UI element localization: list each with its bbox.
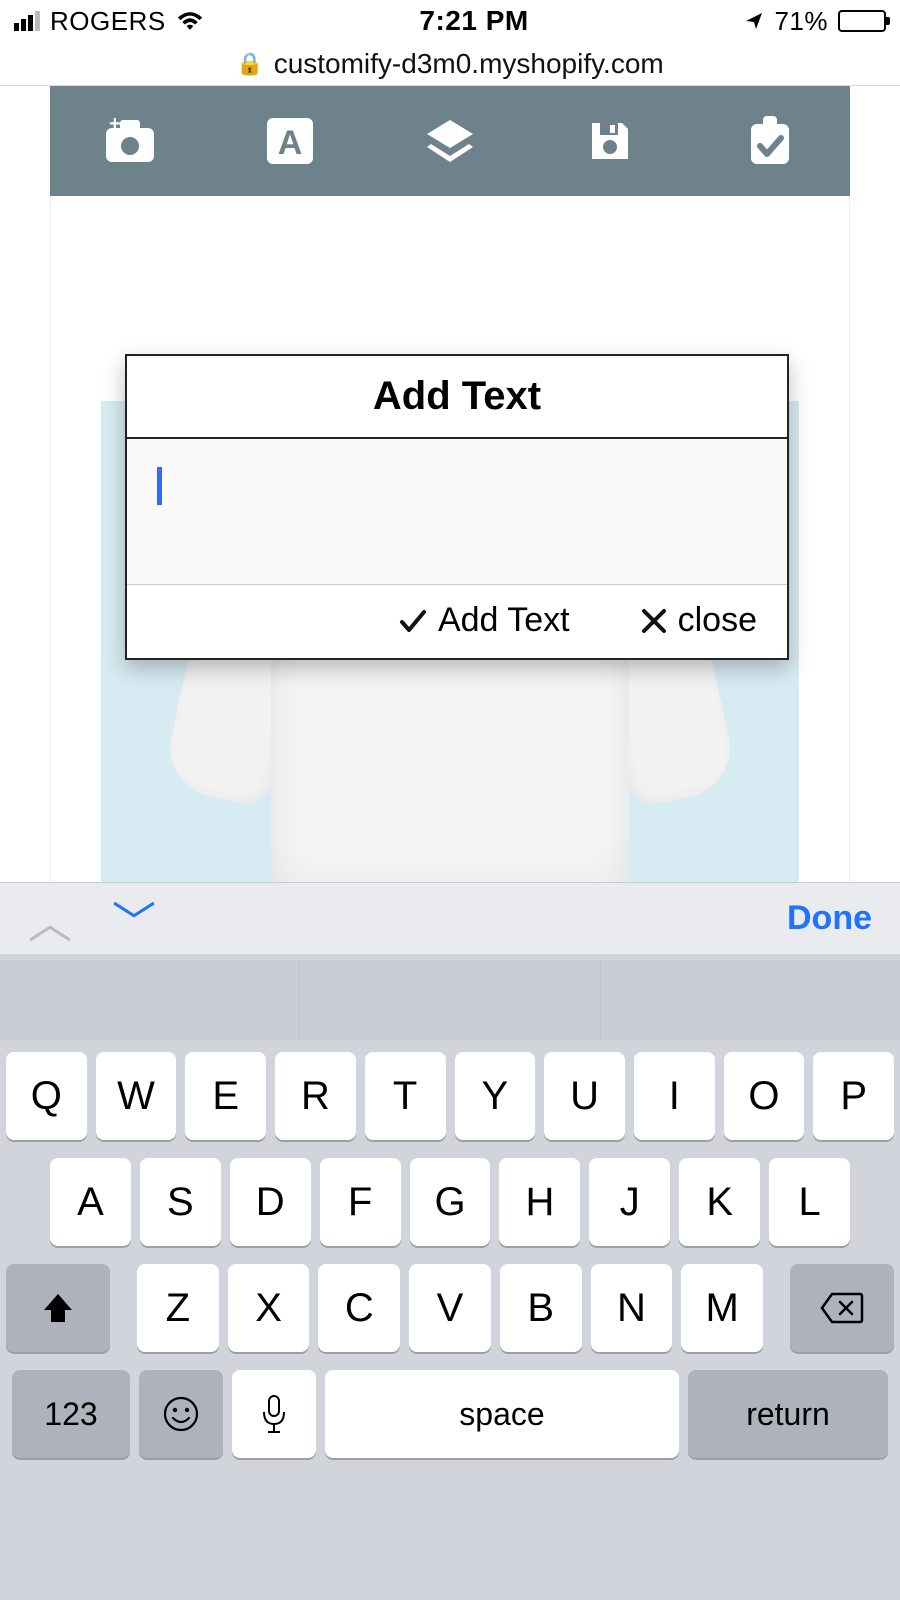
add-image-button[interactable]: + [99, 110, 161, 172]
design-canvas[interactable]: Add Text Add Text close [50, 196, 850, 896]
done-button[interactable] [739, 110, 801, 172]
battery-pct: 71% [774, 6, 828, 37]
lock-icon: 🔒 [236, 51, 263, 77]
predict-slot-2[interactable] [300, 960, 600, 1040]
url-text: customify-d3m0.myshopify.com [274, 48, 664, 80]
dictation-key[interactable] [232, 1370, 316, 1458]
key-u[interactable]: U [544, 1052, 625, 1140]
key-r[interactable]: R [275, 1052, 356, 1140]
key-s[interactable]: S [140, 1158, 221, 1246]
keyboard-done-button[interactable]: Done [787, 899, 872, 938]
wifi-icon [176, 11, 204, 31]
key-t[interactable]: T [365, 1052, 446, 1140]
cell-signal-icon [14, 11, 40, 31]
return-key[interactable]: return [688, 1370, 888, 1458]
key-a[interactable]: A [50, 1158, 131, 1246]
add-text-modal: Add Text Add Text close [125, 354, 789, 660]
key-w[interactable]: W [96, 1052, 177, 1140]
key-k[interactable]: K [679, 1158, 760, 1246]
confirm-add-text-button[interactable]: Add Text [398, 601, 570, 640]
key-g[interactable]: G [410, 1158, 491, 1246]
key-j[interactable]: J [589, 1158, 670, 1246]
confirm-label: Add Text [438, 601, 570, 640]
browser-url-bar[interactable]: 🔒 customify-d3m0.myshopify.com [0, 42, 900, 86]
svg-text:A: A [278, 124, 303, 162]
modal-input-area[interactable] [127, 439, 787, 584]
predict-slot-3[interactable] [601, 960, 900, 1040]
shift-icon [40, 1290, 76, 1326]
location-icon [744, 11, 764, 31]
key-e[interactable]: E [185, 1052, 266, 1140]
emoji-icon [162, 1395, 200, 1433]
mic-icon [261, 1394, 287, 1434]
key-v[interactable]: V [409, 1264, 491, 1352]
key-p[interactable]: P [813, 1052, 894, 1140]
key-m[interactable]: M [681, 1264, 763, 1352]
add-text-button[interactable]: A [259, 110, 321, 172]
carrier-label: ROGERS [50, 6, 166, 37]
space-key[interactable]: space [325, 1370, 679, 1458]
key-b[interactable]: B [500, 1264, 582, 1352]
key-q[interactable]: Q [6, 1052, 87, 1140]
key-c[interactable]: C [318, 1264, 400, 1352]
key-x[interactable]: X [228, 1264, 310, 1352]
key-d[interactable]: D [230, 1158, 311, 1246]
key-n[interactable]: N [591, 1264, 673, 1352]
emoji-key[interactable] [139, 1370, 223, 1458]
app-toolbar: + A [50, 86, 850, 196]
check-icon [398, 606, 428, 636]
save-button[interactable] [579, 110, 641, 172]
keyboard-accessory-bar: ︿ ﹀ Done [0, 882, 900, 954]
predict-slot-1[interactable] [0, 960, 300, 1040]
key-l[interactable]: L [769, 1158, 850, 1246]
close-label: close [678, 601, 757, 640]
key-y[interactable]: Y [455, 1052, 536, 1140]
predictive-bar [0, 960, 900, 1040]
modal-title: Add Text [127, 356, 787, 439]
shift-key[interactable] [6, 1264, 110, 1352]
next-field-button[interactable]: ﹀ [112, 887, 156, 951]
layers-button[interactable] [419, 110, 481, 172]
numbers-key[interactable]: 123 [12, 1370, 130, 1458]
key-o[interactable]: O [724, 1052, 805, 1140]
key-z[interactable]: Z [137, 1264, 219, 1352]
close-icon [640, 607, 668, 635]
clock: 7:21 PM [419, 5, 528, 37]
close-modal-button[interactable]: close [640, 601, 757, 640]
key-h[interactable]: H [499, 1158, 580, 1246]
delete-key[interactable] [790, 1264, 894, 1352]
prev-field-button: ︿ [28, 887, 72, 951]
key-f[interactable]: F [320, 1158, 401, 1246]
key-i[interactable]: I [634, 1052, 715, 1140]
svg-text:+: + [109, 116, 121, 135]
ios-keyboard: QWERTYUIOP ASDFGHJKL ZXCVBNM 123 space r… [0, 954, 900, 1600]
backspace-icon [820, 1292, 864, 1324]
battery-icon [838, 10, 886, 32]
status-bar: ROGERS 7:21 PM 71% [0, 0, 900, 42]
